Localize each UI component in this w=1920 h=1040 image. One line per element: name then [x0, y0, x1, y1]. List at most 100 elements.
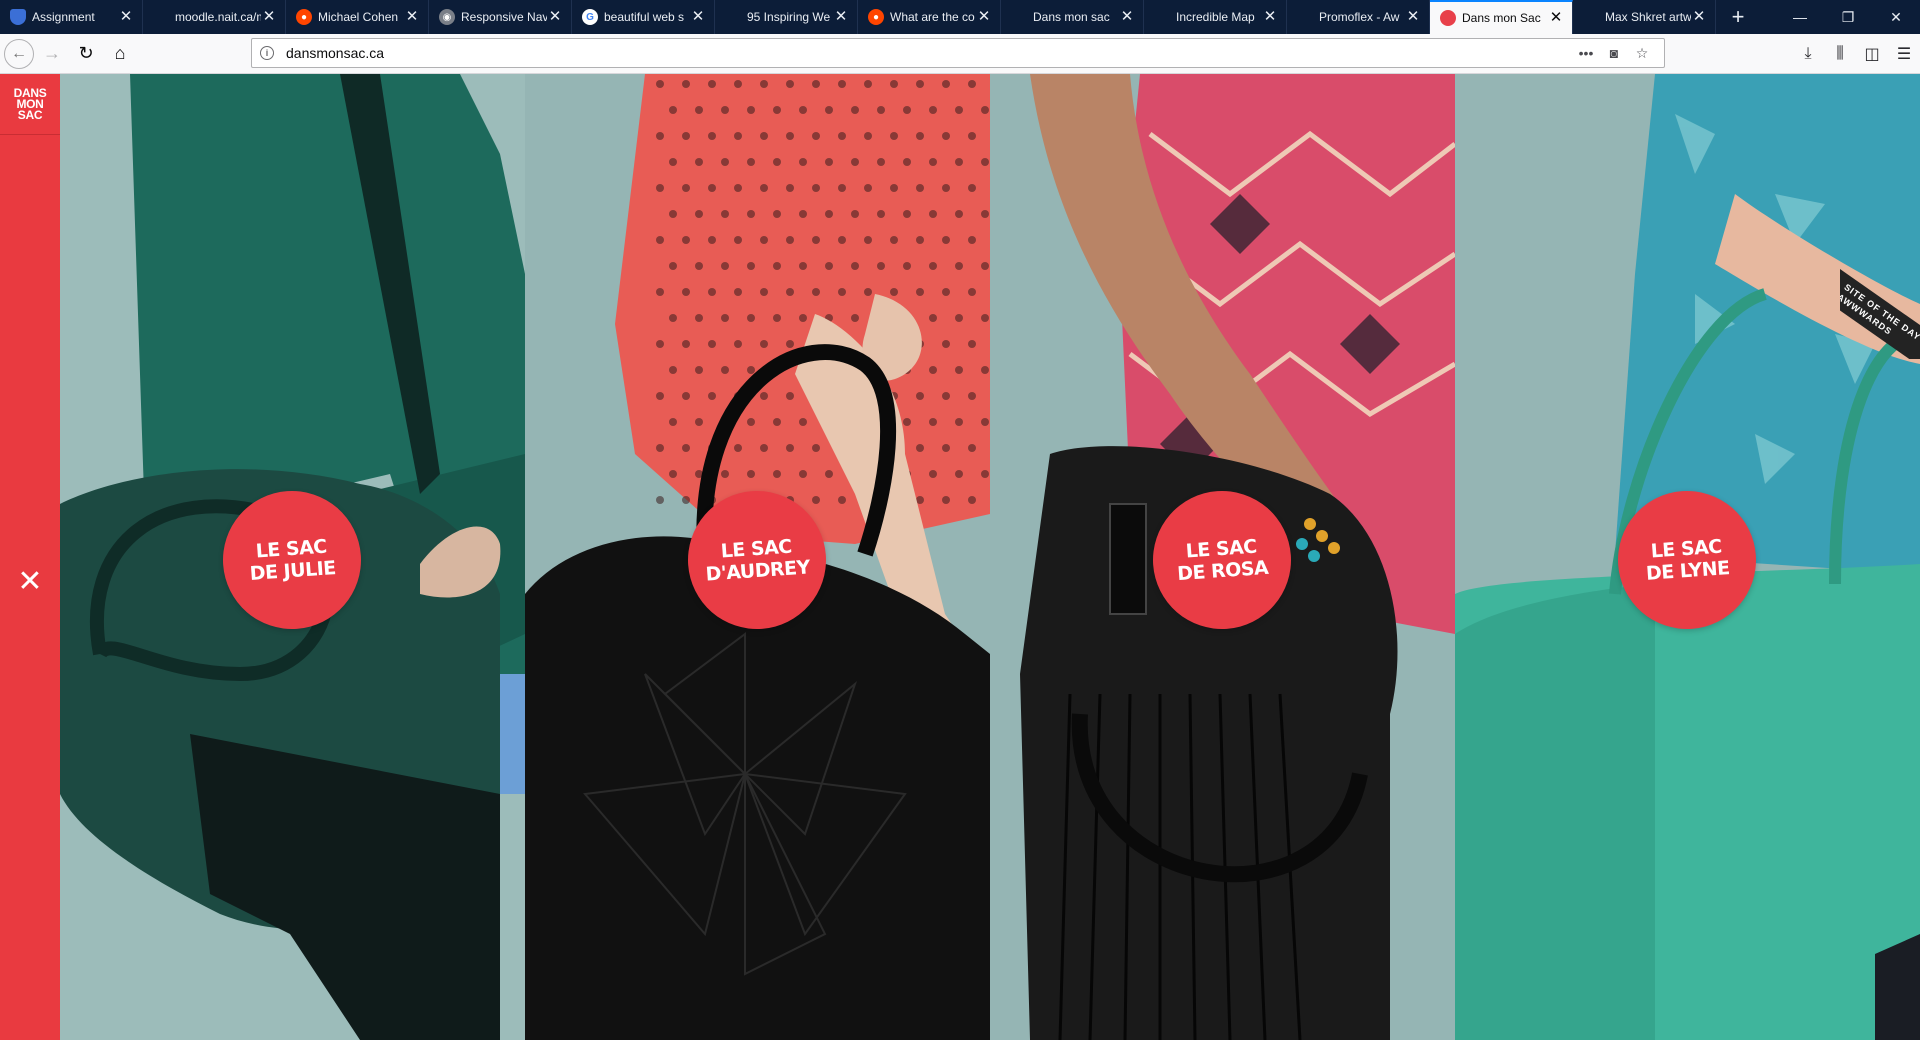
minimize-icon[interactable]: — — [1776, 0, 1824, 34]
browser-tab[interactable]: Incredible Map ✕ — [1144, 0, 1287, 34]
browser-tab[interactable]: moodle.nait.ca/mo✕ — [143, 0, 286, 34]
browser-tab[interactable]: Max Shkret artw ✕ — [1573, 0, 1716, 34]
browser-tab[interactable]: 95 Inspiring We ✕ — [715, 0, 858, 34]
blouse-stud — [825, 210, 833, 218]
blouse-stud — [708, 236, 716, 244]
panel-audrey[interactable]: LE SAC D'AUDREY — [525, 74, 990, 1040]
blouse-stud — [903, 418, 911, 426]
blouse-stud — [968, 288, 976, 296]
download-icon[interactable]: ⤓ — [1792, 45, 1824, 63]
tab-close-icon[interactable]: ✕ — [118, 9, 134, 25]
owl-icon: ◉ — [439, 9, 455, 25]
page-actions-icon[interactable]: ••• — [1572, 45, 1600, 61]
site-logo[interactable]: DANS MON SAC — [0, 74, 60, 134]
sidebar-toggle-icon[interactable]: ◫ — [1856, 44, 1888, 64]
blouse-stud — [747, 470, 755, 478]
browser-tab[interactable]: ◉ Responsive Nav ✕ — [429, 0, 572, 34]
browser-tab[interactable]: Dans mon Sac ✕ — [1430, 0, 1573, 34]
tab-title: Assignment — [32, 10, 95, 24]
tab-close-icon[interactable]: ✕ — [833, 9, 849, 25]
site-sidebar: DANS MON SAC ✕ — [0, 74, 60, 1040]
blouse-stud — [695, 418, 703, 426]
blouse-stud — [682, 288, 690, 296]
blouse-stud — [773, 106, 781, 114]
blouse-stud — [773, 158, 781, 166]
blouse-stud — [669, 262, 677, 270]
browser-tab[interactable]: ● What are the co ✕ — [858, 0, 1001, 34]
site-info-icon[interactable]: i — [260, 46, 274, 60]
blouse-stud — [708, 340, 716, 348]
blouse-stud — [929, 210, 937, 218]
tab-close-icon[interactable]: ✕ — [547, 9, 563, 25]
blouse-stud — [669, 366, 677, 374]
reload-icon[interactable]: ↻ — [70, 38, 102, 70]
bookmark-star-icon[interactable]: ☆ — [1628, 45, 1656, 62]
browser-tab[interactable]: Promoflex - Aw ✕ — [1287, 0, 1430, 34]
home-icon[interactable]: ⌂ — [104, 38, 136, 70]
reddit-icon: ● — [296, 9, 312, 25]
forward-arrow-icon[interactable]: → — [36, 38, 68, 70]
blouse-stud — [981, 210, 989, 218]
browser-tab[interactable]: Gbeautiful web s ✕ — [572, 0, 715, 34]
address-bar[interactable]: i dansmonsac.ca ••• ◙ ☆ — [251, 38, 1665, 68]
blouse-stud — [968, 184, 976, 192]
blouse-stud — [981, 366, 989, 374]
blouse-stud — [955, 158, 963, 166]
blouse-stud — [786, 392, 794, 400]
tab-close-icon[interactable]: ✕ — [1691, 9, 1707, 25]
new-tab-button[interactable]: + — [1716, 0, 1760, 34]
blouse-stud — [773, 262, 781, 270]
close-icon[interactable]: ✕ — [12, 564, 48, 600]
favicon-placeholder — [153, 9, 169, 25]
library-icon[interactable]: ⫼ — [1824, 45, 1856, 63]
blouse-stud — [747, 106, 755, 114]
blouse-stud — [682, 236, 690, 244]
close-window-icon[interactable]: ✕ — [1872, 0, 1920, 34]
pocket-icon[interactable]: ◙ — [1600, 45, 1628, 61]
blouse-stud — [929, 366, 937, 374]
blouse-stud — [864, 80, 872, 88]
address-url[interactable]: dansmonsac.ca — [286, 45, 1572, 61]
blouse-stud — [955, 366, 963, 374]
panel-julie[interactable]: LE SAC DE JULIE — [60, 74, 525, 1040]
blouse-stud — [656, 340, 664, 348]
blouse-stud — [838, 132, 846, 140]
blouse-stud — [929, 158, 937, 166]
restore-icon[interactable]: ❐ — [1824, 0, 1872, 34]
blouse-stud — [773, 418, 781, 426]
blouse-stud — [786, 340, 794, 348]
browser-tab[interactable]: ● Michael Cohen ✕ — [286, 0, 429, 34]
awwwards-ribbon[interactable]: SITE OF THE DAY AWWWARDS — [1840, 229, 1920, 359]
blouse-stud — [968, 392, 976, 400]
browser-tab[interactable]: Assignment ✕ — [0, 0, 143, 34]
panel-lyne[interactable]: LE SAC DE LYNE SITE OF THE DAY AWWWARDS — [1455, 74, 1920, 1040]
tab-close-icon[interactable]: ✕ — [1262, 9, 1278, 25]
blouse-stud — [799, 418, 807, 426]
blouse-stud — [942, 340, 950, 348]
tab-close-icon[interactable]: ✕ — [690, 9, 706, 25]
tab-close-icon[interactable]: ✕ — [404, 9, 420, 25]
tab-close-icon[interactable]: ✕ — [1405, 9, 1421, 25]
blouse-stud — [734, 80, 742, 88]
blouse-stud — [812, 236, 820, 244]
blouse-stud — [812, 288, 820, 296]
tab-close-icon[interactable]: ✕ — [1548, 10, 1564, 26]
blouse-stud — [851, 210, 859, 218]
blouse-stud — [981, 418, 989, 426]
blouse-stud — [968, 496, 976, 504]
blouse-stud — [916, 236, 924, 244]
blouse-stud — [929, 314, 937, 322]
blouse-stud — [812, 496, 820, 504]
tab-title: moodle.nait.ca/mo — [175, 10, 261, 24]
tab-close-icon[interactable]: ✕ — [976, 9, 992, 25]
browser-tab[interactable]: Dans mon sac ✕ — [1001, 0, 1144, 34]
blouse-stud — [838, 288, 846, 296]
back-arrow-icon[interactable]: ← — [4, 38, 34, 69]
blouse-stud — [864, 236, 872, 244]
tab-close-icon[interactable]: ✕ — [1119, 9, 1135, 25]
menu-icon[interactable]: ☰ — [1888, 44, 1920, 64]
tab-title: beautiful web s — [604, 10, 685, 24]
panel-rosa[interactable]: LE SAC DE ROSA — [990, 74, 1455, 1040]
tab-close-icon[interactable]: ✕ — [261, 9, 277, 25]
blouse-stud — [916, 496, 924, 504]
